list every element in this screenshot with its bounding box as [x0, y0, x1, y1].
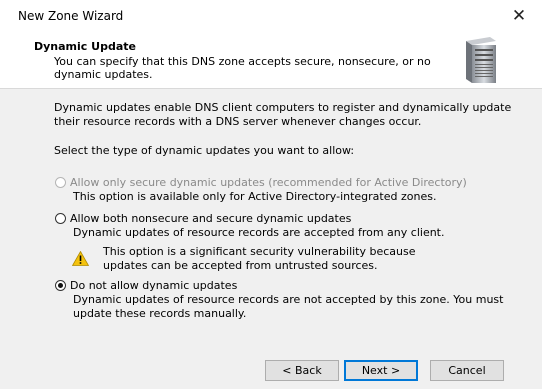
warning-icon [72, 251, 89, 266]
radio-button[interactable] [55, 177, 66, 188]
radio-button[interactable] [55, 280, 66, 291]
close-button[interactable]: ✕ [496, 0, 542, 32]
next-button[interactable]: Next > [344, 360, 418, 381]
option-label: Allow only secure dynamic updates (recom… [70, 176, 467, 189]
radio-no-updates[interactable]: Do not allow dynamic updates [55, 279, 237, 292]
option-description: Dynamic updates of resource records are … [73, 293, 504, 320]
security-warning: This option is a significant security vu… [103, 245, 416, 272]
close-icon: ✕ [511, 6, 527, 26]
option-description: This option is available only for Active… [73, 190, 437, 203]
wizard-header: Dynamic Update You can specify that this… [0, 32, 542, 88]
wizard-body: Dynamic updates enable DNS client comput… [0, 89, 542, 389]
intro-text: Dynamic updates enable DNS client comput… [54, 101, 512, 128]
prompt-text: Select the type of dynamic updates you w… [54, 144, 355, 157]
option-label: Do not allow dynamic updates [70, 279, 238, 292]
radio-nonsecure-and-secure[interactable]: Allow both nonsecure and secure dynamic … [55, 212, 351, 225]
title-bar: New Zone Wizard ✕ [0, 0, 542, 32]
option-label: Allow both nonsecure and secure dynamic … [70, 212, 352, 225]
option-description: Dynamic updates of resource records are … [73, 226, 445, 239]
page-description: You can specify that this DNS zone accep… [54, 55, 431, 81]
radio-button[interactable] [55, 213, 66, 224]
cancel-button[interactable]: Cancel [430, 360, 504, 381]
page-title: Dynamic Update [34, 40, 136, 53]
radio-secure-only[interactable]: Allow only secure dynamic updates (recom… [55, 176, 467, 189]
server-icon [466, 37, 496, 83]
window-title: New Zone Wizard [18, 9, 124, 23]
back-button[interactable]: < Back [265, 360, 339, 381]
